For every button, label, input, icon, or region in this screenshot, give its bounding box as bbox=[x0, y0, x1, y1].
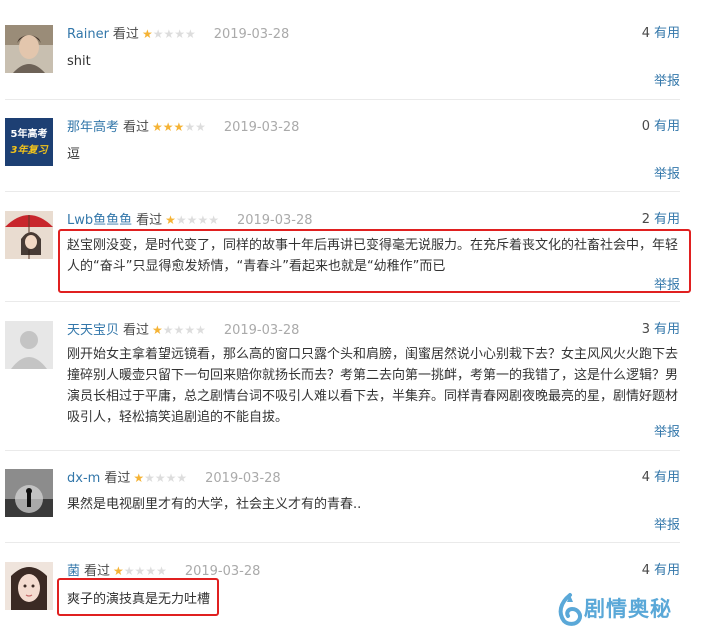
review-date: 2019-03-28 bbox=[223, 120, 300, 135]
report-link[interactable]: 举报 bbox=[654, 166, 680, 184]
rating-stars: ★★★★★ bbox=[141, 27, 196, 41]
divider bbox=[5, 191, 680, 192]
review-meta: Lwb鱼鱼鱼 看过 ★★★★★ 2019-03-28 bbox=[67, 211, 313, 230]
divider bbox=[5, 99, 680, 100]
useful-count: 4 bbox=[641, 470, 650, 485]
report-link[interactable]: 举报 bbox=[654, 517, 680, 535]
review-date: 2019-03-28 bbox=[205, 471, 281, 486]
username-link[interactable]: Lwb鱼鱼鱼 bbox=[67, 213, 132, 228]
useful-count: 4 bbox=[641, 563, 650, 578]
divider bbox=[5, 450, 680, 451]
watched-label: 看过 bbox=[123, 120, 150, 135]
highlight-box bbox=[58, 229, 691, 293]
avatar-text-line1: 5年高考 bbox=[11, 127, 48, 140]
useful-count: 2 bbox=[641, 212, 650, 227]
rating-stars: ★★★★★ bbox=[152, 323, 206, 337]
avatar[interactable] bbox=[5, 321, 53, 369]
username-link[interactable]: Rainer bbox=[67, 27, 109, 42]
username-link[interactable]: 菌 bbox=[67, 564, 80, 579]
highlight-box bbox=[57, 578, 219, 616]
review-date: 2019-03-28 bbox=[223, 323, 300, 338]
review-meta: Rainer 看过 ★★★★★ 2019-03-28 bbox=[67, 25, 289, 44]
rating-stars: ★★★★★ bbox=[165, 213, 219, 227]
avatar[interactable] bbox=[5, 562, 53, 610]
useful-count: 0 bbox=[641, 119, 650, 134]
useful-button[interactable]: 有用 bbox=[654, 470, 680, 485]
avatar[interactable] bbox=[5, 211, 53, 259]
useful-count: 3 bbox=[641, 322, 650, 337]
watched-label: 看过 bbox=[84, 564, 111, 579]
review-content: 逗 bbox=[67, 147, 81, 162]
avatar[interactable] bbox=[5, 25, 53, 73]
watermark-logo-icon bbox=[558, 593, 583, 626]
useful-button[interactable]: 有用 bbox=[654, 26, 680, 41]
useful-button[interactable]: 有用 bbox=[654, 563, 680, 578]
watched-label: 看过 bbox=[112, 27, 139, 42]
review-content: shit bbox=[67, 54, 91, 69]
avatar-text-line2: 3年复习 bbox=[11, 144, 50, 156]
username-link[interactable]: 那年高考 bbox=[67, 120, 119, 135]
review-content: 刚开始女主拿着望远镜看，那么高的窗口只露个头和肩膀，闺蜜居然说小心别栽下去？女主… bbox=[67, 347, 679, 425]
watermark-text: 剧情奥秘 bbox=[584, 597, 672, 621]
useful-button[interactable]: 有用 bbox=[654, 322, 680, 337]
avatar[interactable] bbox=[5, 469, 53, 517]
useful-vote[interactable]: 3 有用 bbox=[642, 321, 680, 339]
avatar[interactable]: 5年高考 3年复习 bbox=[5, 118, 53, 166]
watched-label: 看过 bbox=[104, 471, 131, 486]
report-link[interactable]: 举报 bbox=[654, 424, 680, 442]
watched-label: 看过 bbox=[123, 323, 150, 338]
review-content: 果然是电视剧里才有的大学，社会主义才有的青春.. bbox=[67, 497, 362, 512]
review-date: 2019-03-28 bbox=[184, 564, 261, 579]
watched-label: 看过 bbox=[136, 213, 163, 228]
review-meta: dx-m 看过 ★★★★★ 2019-03-28 bbox=[67, 469, 281, 488]
username-link[interactable]: 天天宝贝 bbox=[67, 323, 119, 338]
review-meta: 天天宝贝 看过 ★★★★★ 2019-03-28 bbox=[67, 321, 299, 340]
divider bbox=[5, 542, 680, 543]
review-date: 2019-03-28 bbox=[236, 213, 313, 228]
rating-stars: ★★★★★ bbox=[152, 120, 206, 134]
report-link[interactable]: 举报 bbox=[654, 73, 680, 91]
rating-stars: ★★★★★ bbox=[133, 471, 188, 485]
watermark: 剧情奥秘 bbox=[556, 589, 686, 629]
username-link[interactable]: dx-m bbox=[67, 471, 100, 486]
useful-button[interactable]: 有用 bbox=[654, 212, 680, 227]
useful-vote[interactable]: 4 有用 bbox=[642, 562, 680, 580]
useful-vote[interactable]: 2 有用 bbox=[642, 211, 680, 229]
review-date: 2019-03-28 bbox=[213, 27, 290, 42]
review-meta: 那年高考 看过 ★★★★★ 2019-03-28 bbox=[67, 118, 299, 137]
useful-vote[interactable]: 4 有用 bbox=[642, 469, 680, 487]
useful-vote[interactable]: 4 有用 bbox=[642, 25, 680, 43]
useful-count: 4 bbox=[641, 26, 650, 41]
divider bbox=[5, 301, 680, 302]
useful-vote[interactable]: 0 有用 bbox=[642, 118, 680, 136]
useful-button[interactable]: 有用 bbox=[654, 119, 680, 134]
